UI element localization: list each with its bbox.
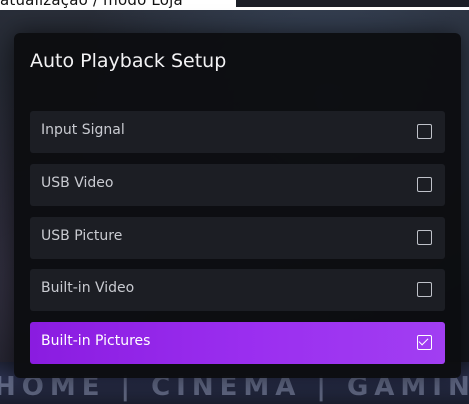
checkbox-icon[interactable] [417, 282, 432, 297]
checkbox-icon[interactable] [417, 335, 432, 350]
top-strip: atualização / modo Loja [0, 0, 469, 10]
option-label: Built-in Pictures [41, 333, 151, 349]
option-label: USB Picture [41, 228, 123, 244]
checkbox-icon[interactable] [417, 124, 432, 139]
option-usb-picture[interactable]: USB Picture [30, 217, 445, 259]
option-label: USB Video [41, 175, 114, 191]
checkbox-icon[interactable] [417, 230, 432, 245]
option-usb-video[interactable]: USB Video [30, 164, 445, 206]
dialog-title: Auto Playback Setup [30, 50, 227, 72]
option-label: Built-in Video [41, 280, 135, 296]
option-label: Input Signal [41, 122, 125, 138]
checkmark-icon [418, 335, 429, 346]
option-input-signal[interactable]: Input Signal [30, 111, 445, 153]
checkbox-icon[interactable] [417, 177, 432, 192]
top-strip-text: atualização / modo Loja [0, 0, 183, 9]
option-built-in-pictures[interactable]: Built-in Pictures [30, 322, 445, 364]
top-strip-gap [236, 0, 469, 7]
option-built-in-video[interactable]: Built-in Video [30, 269, 445, 311]
